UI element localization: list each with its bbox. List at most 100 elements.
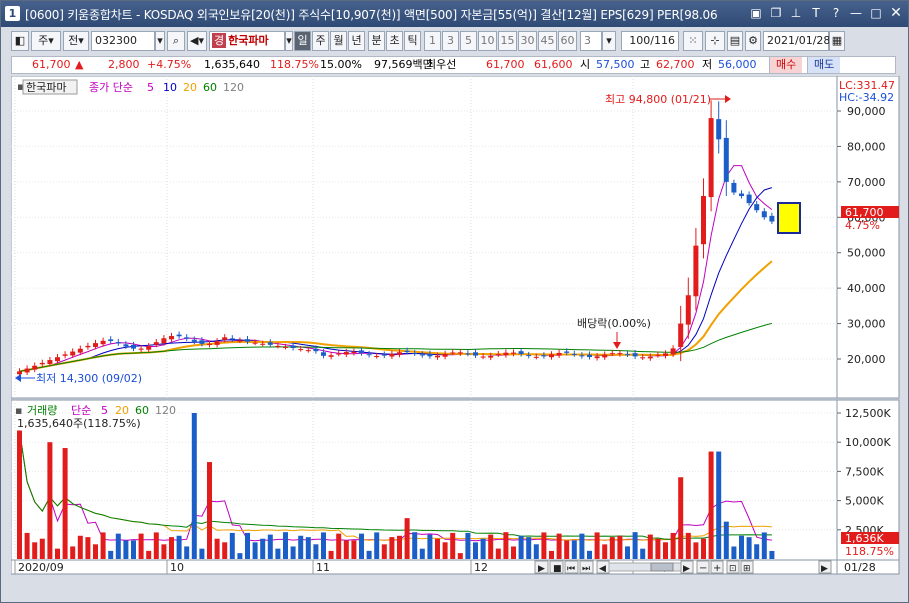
toolbar: ◧ 주▾ 전▾ 032300 ▾ ⌕ ◀▾ 경 한국파마 ▾ 일 주 월 년 분 … [11, 31, 896, 53]
last-volume-label: 1,636K [845, 532, 884, 545]
gear-icon[interactable]: ⚙ [745, 31, 761, 51]
minute-3[interactable]: 3 [442, 31, 459, 51]
period-minute[interactable]: 분 [368, 31, 385, 51]
candle-body [465, 353, 471, 355]
date-input[interactable]: 2021/01/28 [763, 31, 830, 51]
period-tick[interactable]: 틱 [404, 31, 421, 51]
candle-body [290, 345, 296, 349]
title-bar[interactable]: 1 [0600] 키움종합차트 - KOSDAQ 외국인보유[20(천)] 주식… [1, 1, 908, 27]
quote-bid: 61,600 [534, 58, 573, 71]
volume-bar [435, 538, 440, 559]
price-tick-label: 70,000 [847, 176, 886, 189]
quote-turnover: 15.00% [320, 58, 362, 71]
chart-area[interactable]: 90,00080,00070,00060,00050,00040,00030,0… [10, 75, 901, 596]
period-month[interactable]: 월 [330, 31, 347, 51]
buy-button[interactable]: 매수 [769, 57, 803, 73]
maximize-icon[interactable]: □ [868, 5, 884, 21]
volume-bar [290, 546, 296, 559]
quote-open: 57,500 [596, 58, 635, 71]
candle-body [419, 354, 425, 356]
volume-bar [389, 537, 395, 559]
volume-bar [100, 532, 106, 559]
disk-icon[interactable]: ▤ [727, 31, 743, 51]
minute-60[interactable]: 60 [558, 31, 577, 51]
interval-input[interactable]: 3 [580, 31, 602, 51]
interval-dropdown-icon[interactable]: ▾ [602, 31, 616, 51]
candle-body [115, 342, 121, 344]
font-icon[interactable]: T [808, 5, 824, 21]
volume-bar [609, 537, 615, 559]
volume-bar [214, 538, 220, 559]
quote-bar: 61,700 ▲ 2,800 +4.75% 1,635,640 118.75% … [11, 56, 896, 74]
search-icon[interactable]: ⌕ [167, 31, 185, 51]
candle-body [283, 346, 288, 348]
volume-bar [518, 535, 524, 559]
period-day[interactable]: 일 [294, 31, 311, 51]
candle-body [480, 356, 486, 358]
period-second[interactable]: 초 [386, 31, 403, 51]
candle-body [260, 343, 266, 345]
close-icon[interactable]: ✕ [888, 5, 904, 21]
volume-bar [495, 548, 501, 559]
volume-label: 거래량 [27, 404, 57, 417]
minute-5[interactable]: 5 [460, 31, 477, 51]
crosshair-icon[interactable]: ⊹ [705, 31, 725, 51]
hc-label: HC:-34.92 [839, 91, 894, 104]
volume-bar [579, 533, 585, 559]
sound-icon[interactable]: ◀▾ [187, 31, 207, 51]
volume-tick-label: 7,500K [845, 465, 884, 478]
minute-1[interactable]: 1 [424, 31, 441, 51]
volume-bar [678, 477, 684, 559]
volume-bar [237, 553, 243, 559]
volume-bar [419, 548, 425, 559]
candle-body [381, 354, 387, 356]
volume-bar [708, 451, 714, 559]
minimize-icon[interactable]: — [848, 5, 864, 21]
candle-body [176, 334, 182, 337]
candle-body [184, 337, 190, 339]
volume-bar [488, 534, 494, 559]
x-axis-label: 10 [170, 561, 184, 574]
candle-body [267, 342, 273, 345]
volume-bar [381, 544, 387, 559]
stock-dropdown-icon[interactable]: ▾ [285, 31, 293, 51]
volume-bar [207, 462, 212, 559]
candle-body [655, 354, 661, 356]
prev-select[interactable]: 전▾ [63, 31, 89, 51]
minute-30[interactable]: 30 [518, 31, 537, 51]
volume-bar [267, 534, 273, 559]
candle-body [579, 355, 585, 357]
minute-15[interactable]: 15 [498, 31, 517, 51]
period-year[interactable]: 년 [348, 31, 365, 51]
volume-bar [138, 533, 144, 559]
volume-bar [541, 532, 547, 559]
volume-bar [24, 532, 30, 559]
period-week[interactable]: 주 [312, 31, 329, 51]
minute-45[interactable]: 45 [538, 31, 557, 51]
grid-icon[interactable]: ⁙ [683, 31, 703, 51]
layout-icon[interactable]: ◧ [11, 31, 29, 51]
sell-button[interactable]: 매도 [807, 57, 841, 73]
high-annotation: 최고 94,800 (01/21) [605, 93, 711, 106]
minute-10[interactable]: 10 [478, 31, 497, 51]
help-icon[interactable]: ? [828, 5, 844, 21]
calendar-icon[interactable]: ▦ [829, 31, 845, 51]
candle-body [214, 341, 220, 345]
candle-body [427, 353, 433, 357]
volume-bar [556, 533, 562, 559]
pin-icon[interactable]: ⊥ [788, 5, 804, 21]
restore-icon[interactable]: ❐ [768, 5, 784, 21]
stock-chart[interactable]: 90,00080,00070,00060,00050,00040,00030,0… [10, 75, 901, 596]
stock-name-box[interactable]: 경 한국파마 [209, 31, 285, 51]
candle-body [412, 353, 418, 355]
candle-body [351, 351, 357, 354]
volume-bar [374, 532, 380, 559]
code-dropdown-icon[interactable]: ▾ [155, 31, 165, 51]
scroll-thumb[interactable] [650, 562, 674, 572]
code-input[interactable]: 032300 [91, 31, 155, 51]
type-select[interactable]: 주▾ [31, 31, 61, 51]
count-input[interactable]: 100/116 [621, 31, 679, 51]
candle-body [754, 204, 760, 211]
save-icon[interactable]: ▣ [748, 5, 764, 21]
volume-bar [191, 413, 197, 559]
